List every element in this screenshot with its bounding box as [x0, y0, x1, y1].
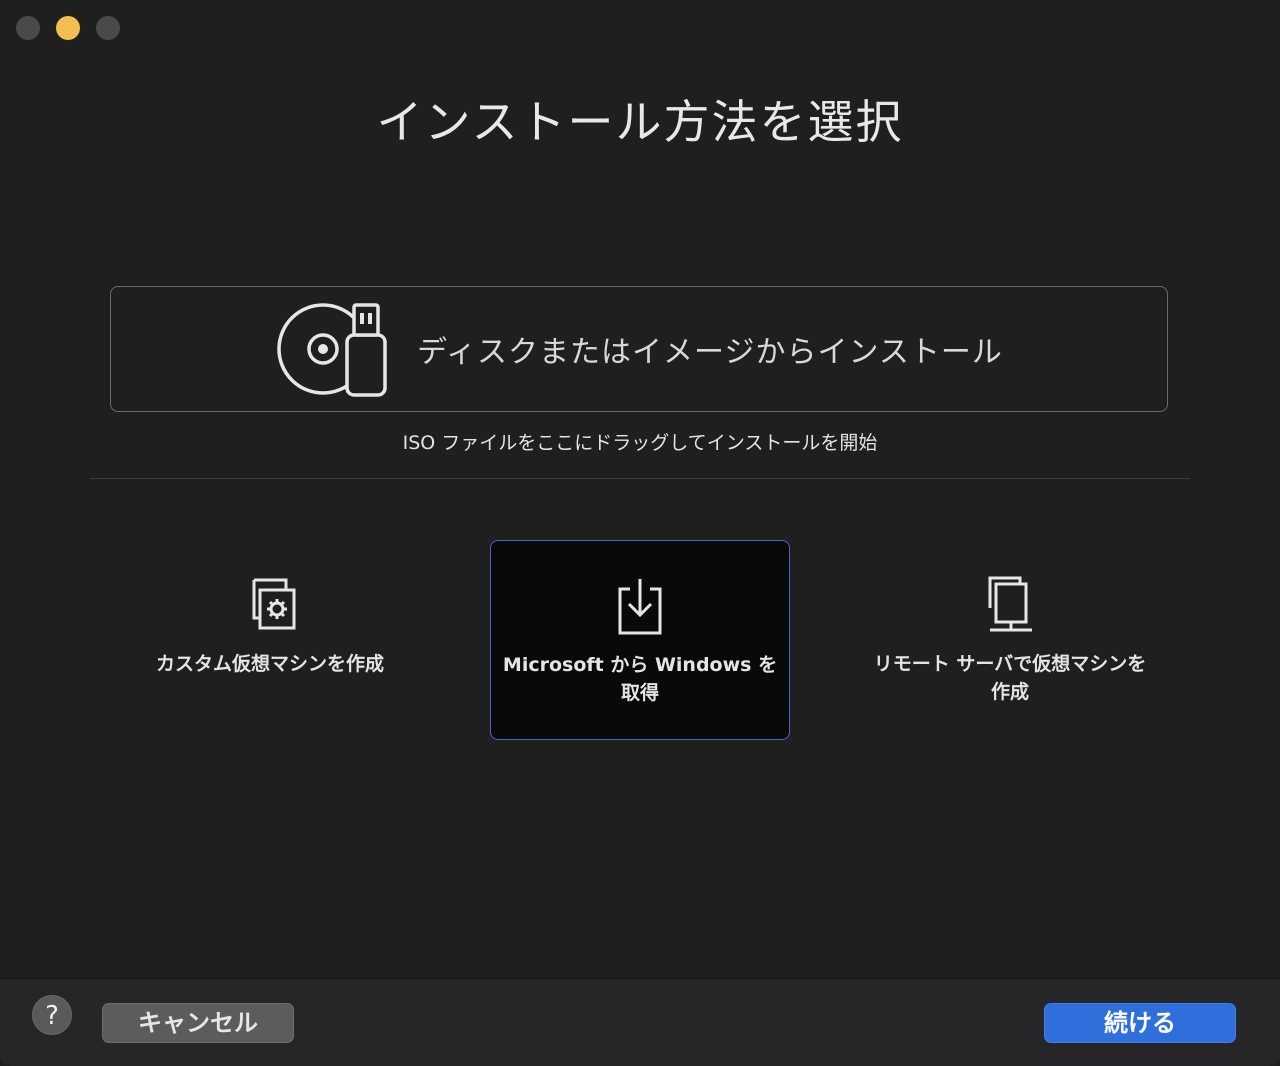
get-windows-label: Microsoft から Windows を取得 — [502, 654, 778, 704]
page-title: インストール方法を選択 — [376, 95, 904, 149]
cancel-button[interactable]: キャンセル — [102, 1003, 294, 1043]
disk-and-usb-icon — [277, 303, 387, 397]
installer-window: インストール方法を選択 ディスクまたはイメージからインストール ISO ファイル… — [0, 0, 1280, 1066]
download-icon — [618, 579, 662, 635]
window-controls — [16, 16, 120, 40]
create-custom-vm-label: カスタム仮想マシンを作成 — [155, 653, 384, 675]
continue-button[interactable]: 続ける — [1044, 1003, 1236, 1043]
install-from-disk-label: ディスクまたはイメージからインストール — [417, 335, 1003, 370]
drag-iso-hint: ISO ファイルをここにドラッグしてインストールを開始 — [402, 432, 878, 454]
get-windows-from-microsoft-option[interactable]: Microsoft から Windows を取得 — [490, 540, 790, 740]
zoom-window-button[interactable] — [96, 16, 120, 40]
divider — [90, 478, 1190, 479]
create-remote-vm-option[interactable]: リモート サーバで仮想マシンを作成 — [860, 540, 1160, 740]
remote-server-icon — [988, 576, 1032, 632]
close-window-button[interactable] — [16, 16, 40, 40]
install-from-disk-button[interactable]: ディスクまたはイメージからインストール — [110, 286, 1168, 412]
footer-bar: ? キャンセル 続ける — [0, 978, 1280, 1066]
help-button[interactable]: ? — [32, 995, 72, 1035]
minimize-window-button[interactable] — [56, 16, 80, 40]
custom-vm-icon — [252, 578, 296, 630]
create-remote-vm-label: リモート サーバで仮想マシンを作成 — [873, 653, 1147, 703]
create-custom-vm-option[interactable]: カスタム仮想マシンを作成 — [120, 540, 420, 740]
